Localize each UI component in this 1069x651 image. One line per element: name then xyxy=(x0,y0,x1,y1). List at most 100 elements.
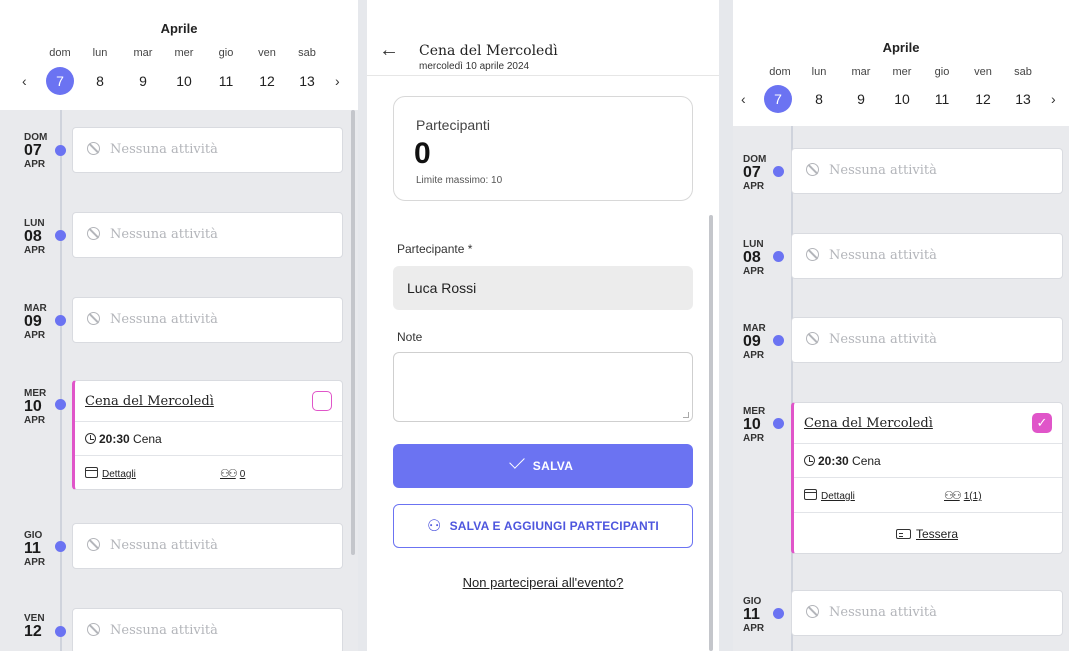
panel-calendar-left: Aprile dom lun mar mer gio ven sab ‹ 7 8… xyxy=(0,0,358,651)
event-time-row: 20:30 Cena xyxy=(75,421,342,455)
day-month: APR xyxy=(743,350,765,361)
day-button[interactable]: 11 xyxy=(925,85,959,113)
scrollbar[interactable] xyxy=(709,215,713,651)
participants-count: 1(1) xyxy=(963,491,982,502)
participants-link[interactable]: ⚇⚇ 1(1) xyxy=(944,489,982,502)
day-month: APR xyxy=(743,433,765,444)
day-number: 12 xyxy=(24,623,42,640)
timeline-dot xyxy=(55,626,66,637)
attendance-checkbox[interactable] xyxy=(312,391,332,411)
event-hour: 20:30 xyxy=(99,432,130,446)
empty-day-card: Nessuna attività xyxy=(791,233,1063,279)
day-label: GIO 11 APR xyxy=(24,530,54,568)
save-button[interactable]: SALVA xyxy=(393,444,693,488)
membership-card-link[interactable]: Tessera xyxy=(896,527,958,541)
event-card[interactable]: Cena del Mercoledì ✓ 20:30 Cena Dettagli… xyxy=(791,402,1063,554)
weekday-label: sab xyxy=(298,47,316,59)
day-label: MAR 09 APR xyxy=(24,303,54,341)
day-button[interactable]: 13 xyxy=(290,67,324,95)
day-label: DOM 07 APR xyxy=(24,132,54,170)
empty-day-card: Nessuna attività xyxy=(72,297,343,343)
ban-icon xyxy=(87,227,100,240)
participant-field[interactable]: Luca Rossi xyxy=(393,266,693,310)
id-card-icon xyxy=(896,529,911,539)
next-week-button[interactable]: › xyxy=(1051,85,1056,113)
attendance-checkbox-checked[interactable]: ✓ xyxy=(1032,413,1052,433)
day-button[interactable]: 12 xyxy=(966,85,1000,113)
group-icon: ⚇⚇ xyxy=(220,468,238,480)
ban-icon xyxy=(806,605,819,618)
day-button[interactable]: 8 xyxy=(83,67,117,95)
empty-text: Nessuna attività xyxy=(110,227,218,242)
scrollbar[interactable] xyxy=(351,110,355,555)
participants-summary-card: Partecipanti 0 Limite massimo: 10 xyxy=(393,96,693,201)
notes-field-label: Note xyxy=(397,330,423,344)
event-title-link[interactable]: Cena del Mercoledì xyxy=(804,416,933,431)
day-button[interactable]: 13 xyxy=(1006,85,1040,113)
day-button[interactable]: 12 xyxy=(250,67,284,95)
event-label: Cena xyxy=(852,454,881,468)
weekday-label: mer xyxy=(892,66,912,78)
clock-icon xyxy=(804,455,815,466)
event-actions-row: Dettagli ⚇⚇ 0 xyxy=(75,455,342,490)
save-and-add-participants-button[interactable]: ⚇ SALVA E AGGIUNGI PARTECIPANTI xyxy=(393,504,693,548)
day-button[interactable]: 9 xyxy=(126,67,160,95)
day-number: 08 xyxy=(743,249,761,266)
day-button[interactable]: 10 xyxy=(885,85,919,113)
event-time: 20:30 Cena xyxy=(85,432,162,446)
calendar-icon xyxy=(804,489,817,500)
next-week-button[interactable]: › xyxy=(335,67,340,95)
prev-week-button[interactable]: ‹ xyxy=(741,85,746,113)
day-button-selected[interactable]: 7 xyxy=(764,85,792,113)
day-number: 08 xyxy=(24,228,42,245)
weekday-label: mar xyxy=(133,47,153,59)
day-label: LUN 08 APR xyxy=(743,239,773,277)
empty-day-card: Nessuna attività xyxy=(72,608,343,651)
week-calendar: Aprile dom lun mar mer gio ven sab ‹ 7 8… xyxy=(0,0,358,110)
day-month: APR xyxy=(24,245,46,256)
weekday-label: lun xyxy=(811,66,827,78)
weekday-label: mar xyxy=(851,66,871,78)
notes-textarea[interactable] xyxy=(393,352,693,422)
day-button[interactable]: 9 xyxy=(844,85,878,113)
day-month: APR xyxy=(743,623,765,634)
ban-icon xyxy=(87,623,100,636)
event-card[interactable]: Cena del Mercoledì 20:30 Cena Dettagli ⚇… xyxy=(72,380,343,490)
day-month: APR xyxy=(24,330,46,341)
day-number: 11 xyxy=(743,606,760,623)
day-month: APR xyxy=(743,181,765,192)
card-label: Tessera xyxy=(916,527,959,541)
details-link[interactable]: Dettagli xyxy=(85,467,136,480)
prev-week-button[interactable]: ‹ xyxy=(22,67,27,95)
details-link[interactable]: Dettagli xyxy=(804,489,855,502)
panel-calendar-right: Aprile dom lun mar mer gio ven sab ‹ 7 8… xyxy=(733,0,1069,651)
day-button-selected[interactable]: 7 xyxy=(46,67,74,95)
page-subtitle: mercoledì 10 aprile 2024 xyxy=(419,61,530,72)
empty-text: Nessuna attività xyxy=(829,605,937,620)
save-label: SALVA xyxy=(532,459,574,473)
day-number: 10 xyxy=(24,398,42,415)
month-label: Aprile xyxy=(882,40,920,55)
empty-text: Nessuna attività xyxy=(110,538,218,553)
day-label: DOM 07 APR xyxy=(743,154,773,192)
event-hour: 20:30 xyxy=(818,454,849,468)
day-button[interactable]: 10 xyxy=(167,67,201,95)
weekday-label: dom xyxy=(769,66,791,78)
day-number: 07 xyxy=(743,164,761,181)
timeline-dot xyxy=(773,418,784,429)
gutter xyxy=(719,0,733,651)
back-button[interactable]: ← xyxy=(379,40,399,60)
not-attending-link[interactable]: Non parteciperai all'evento? xyxy=(367,575,719,590)
weekday-label: ven xyxy=(258,47,276,59)
participant-field-label: Partecipante * xyxy=(397,242,473,256)
participants-link[interactable]: ⚇⚇ 0 xyxy=(220,467,245,480)
event-title-link[interactable]: Cena del Mercoledì xyxy=(85,394,214,409)
panel-participation-form: ← Cena del Mercoledì mercoledì 10 aprile… xyxy=(367,0,719,651)
check-icon xyxy=(509,453,525,469)
day-button[interactable]: 11 xyxy=(209,67,243,95)
event-time-row: 20:30 Cena xyxy=(794,443,1062,477)
timeline-dot xyxy=(55,399,66,410)
empty-day-card: Nessuna attività xyxy=(72,212,343,258)
day-button[interactable]: 8 xyxy=(802,85,836,113)
timeline-dot xyxy=(773,335,784,346)
